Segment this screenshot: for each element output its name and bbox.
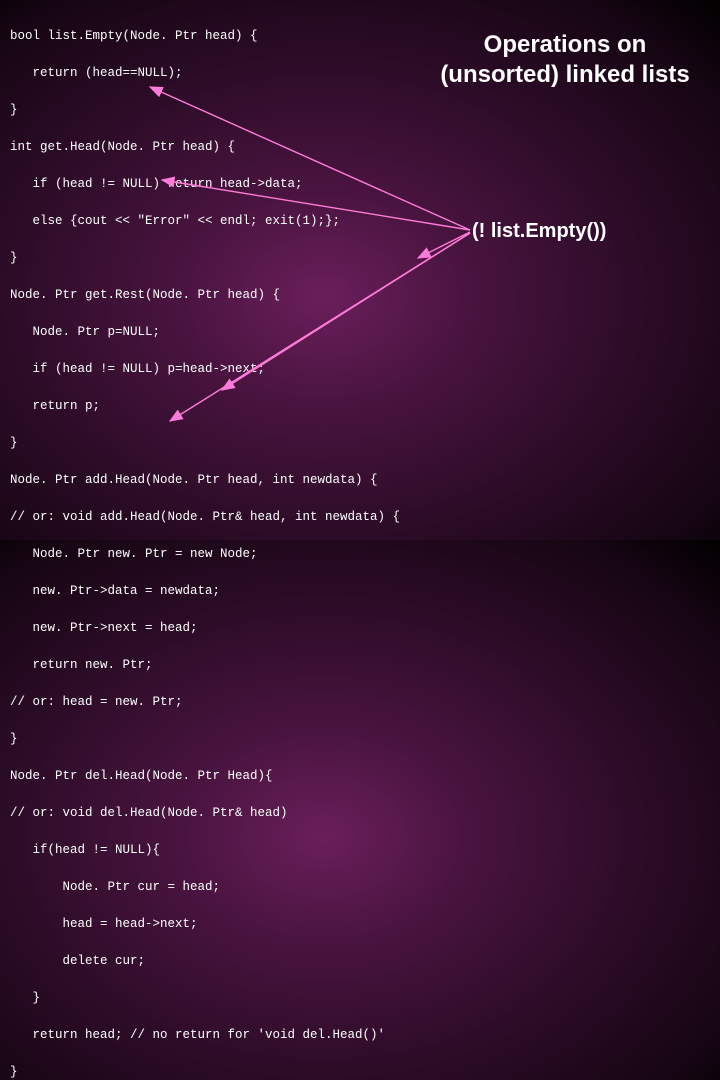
- code-line: Node. Ptr cur = head;: [10, 878, 400, 897]
- code-line: return head; // no return for 'void del.…: [10, 1026, 400, 1045]
- code-line: // or: head = new. Ptr;: [10, 693, 400, 712]
- code-block: bool list.Empty(Node. Ptr head) { return…: [10, 8, 400, 1080]
- code-line: new. Ptr->data = newdata;: [10, 582, 400, 601]
- code-line: return new. Ptr;: [10, 656, 400, 675]
- code-line: Node. Ptr p=NULL;: [10, 323, 400, 342]
- title-line-2: (unsorted) linked lists: [440, 61, 689, 88]
- code-line: bool list.Empty(Node. Ptr head) {: [10, 27, 400, 46]
- code-line: // or: void add.Head(Node. Ptr& head, in…: [10, 508, 400, 527]
- title-line-1: Operations on: [484, 31, 647, 58]
- code-line: if (head != NULL) p=head->next;: [10, 360, 400, 379]
- code-line: else {cout << "Error" << endl; exit(1);}…: [10, 212, 400, 231]
- code-line: Node. Ptr add.Head(Node. Ptr head, int n…: [10, 471, 400, 490]
- code-line: }: [10, 730, 400, 749]
- code-line: new. Ptr->next = head;: [10, 619, 400, 638]
- annotation-label: (! list.Empty()): [472, 220, 606, 243]
- code-line: }: [10, 1063, 400, 1080]
- code-line: }: [10, 249, 400, 268]
- code-line: if(head != NULL){: [10, 841, 400, 860]
- code-line: }: [10, 434, 400, 453]
- code-line: }: [10, 989, 400, 1008]
- code-line: }: [10, 101, 400, 120]
- code-line: return p;: [10, 397, 400, 416]
- code-line: // or: void del.Head(Node. Ptr& head): [10, 804, 400, 823]
- code-line: Node. Ptr del.Head(Node. Ptr Head){: [10, 767, 400, 786]
- code-line: delete cur;: [10, 952, 400, 971]
- slide-title: Operations on (unsorted) linked lists: [435, 30, 695, 90]
- slide-root: bool list.Empty(Node. Ptr head) { return…: [0, 0, 720, 540]
- code-line: Node. Ptr get.Rest(Node. Ptr head) {: [10, 286, 400, 305]
- code-line: int get.Head(Node. Ptr head) {: [10, 138, 400, 157]
- code-line: if (head != NULL) return head->data;: [10, 175, 400, 194]
- code-line: Node. Ptr new. Ptr = new Node;: [10, 545, 400, 564]
- code-line: head = head->next;: [10, 915, 400, 934]
- code-line: return (head==NULL);: [10, 64, 400, 83]
